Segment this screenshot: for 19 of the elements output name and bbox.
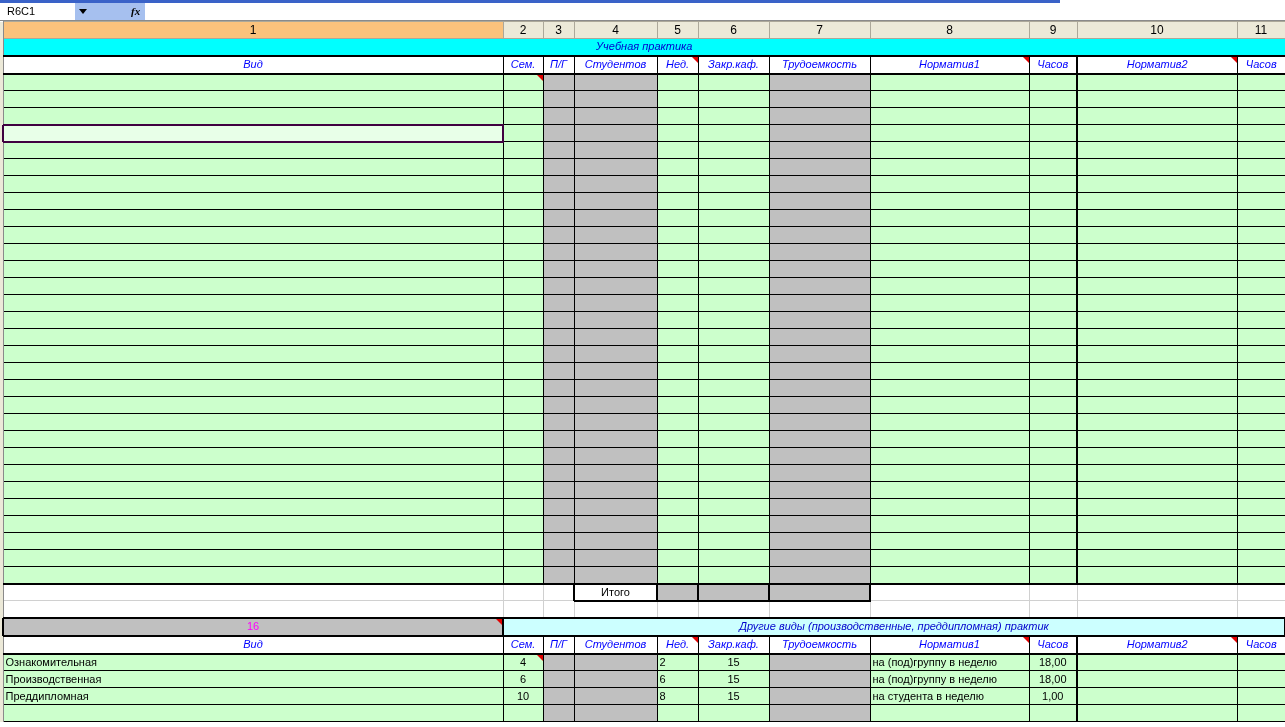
table-cell: 16 [3,617,503,636]
column-header[interactable]: 5 [657,21,698,39]
column-header[interactable]: 2 [503,21,543,39]
section-title: Другие виды (производственные, преддипломная) практик [503,617,1285,636]
column-header[interactable]: 8 [870,21,1029,39]
dropdown-button[interactable] [75,3,131,20]
column-header[interactable]: 11 [1237,21,1285,39]
total-cell [698,583,769,601]
total-cell [657,583,698,601]
column-header[interactable]: 3 [543,21,574,39]
column-header[interactable]: 6 [698,21,769,39]
column-header[interactable]: 9 [1029,21,1077,39]
column-header[interactable]: 4 [574,21,657,39]
column-header[interactable]: 10 [1077,21,1237,39]
caret-icon [79,9,87,14]
function-button[interactable]: fx [131,3,145,20]
column-header[interactable]: 7 [769,21,870,39]
column-header[interactable]: 1 [3,21,503,39]
total-label: Итого [574,583,657,601]
